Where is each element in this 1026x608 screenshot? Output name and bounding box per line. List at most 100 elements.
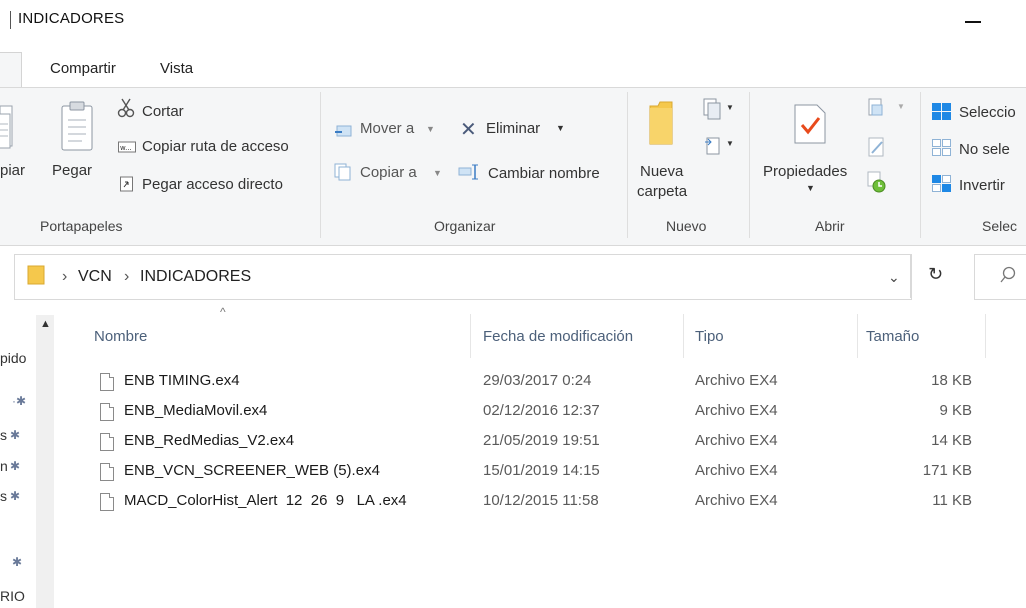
chevron-down-icon: ▼ (726, 103, 734, 112)
move-to-icon (333, 120, 355, 138)
pin-icon: ·✱ (12, 394, 27, 408)
minimize-button[interactable] (956, 2, 996, 36)
copiar-button[interactable]: piar (0, 162, 25, 179)
seleccionar-todo-button[interactable]: Seleccio (959, 104, 1016, 121)
nav-item[interactable]: n (0, 458, 8, 474)
pegar-button[interactable]: Pegar (52, 162, 92, 179)
file-type: Archivo EX4 (695, 462, 778, 479)
file-size: 11 KB (932, 492, 972, 509)
file-type: Archivo EX4 (695, 402, 778, 419)
tab-compartir[interactable]: Compartir (50, 60, 116, 77)
new-item-icon (702, 97, 724, 121)
file-icon (100, 433, 114, 451)
column-header-tipo[interactable]: Tipo (695, 328, 724, 345)
address-divider (910, 254, 911, 298)
group-label-seleccionar: Selec (982, 218, 1018, 234)
table-row[interactable]: ENB_RedMedias_V2.ex4 21/05/2019 19:51 Ar… (90, 426, 990, 456)
no-seleccionar-button[interactable]: No sele (959, 141, 1010, 158)
history-icon (867, 171, 887, 193)
file-size: 18 KB (931, 372, 972, 389)
chevron-down-icon[interactable]: ⌄ (888, 269, 900, 286)
scissors-icon (117, 98, 135, 118)
tab-vista[interactable]: Vista (160, 60, 193, 77)
window-title: INDICADORES (18, 10, 125, 27)
invert-selection-icon (932, 175, 952, 193)
tab-inicio[interactable] (0, 52, 22, 89)
nav-scrollbar[interactable] (36, 315, 54, 608)
table-row[interactable]: ENB_VCN_SCREENER_WEB (5).ex4 15/01/2019 … (90, 456, 990, 486)
file-name: ENB TIMING.ex4 (124, 372, 240, 389)
file-name: ENB_MediaMovil.ex4 (124, 402, 268, 419)
file-size: 9 KB (939, 402, 972, 419)
file-icon (100, 463, 114, 481)
sort-ascending-icon: ^ (220, 305, 226, 319)
copy-to-icon (334, 163, 352, 181)
copiar-ruta-button[interactable]: Copiar ruta de acceso (142, 138, 289, 155)
copy-icon (0, 104, 14, 152)
file-name: ENB_VCN_SCREENER_WEB (5).ex4 (124, 462, 380, 479)
file-date: 21/05/2019 19:51 (483, 432, 600, 449)
chevron-down-icon: ▼ (726, 139, 734, 148)
pin-icon: ✱ (10, 459, 21, 473)
table-row[interactable]: ENB_MediaMovil.ex4 02/12/2016 12:37 Arch… (90, 396, 990, 426)
group-label-nuevo: Nuevo (666, 218, 707, 234)
group-label-organizar: Organizar (434, 218, 496, 234)
mover-a-button[interactable]: Mover a (360, 120, 414, 137)
select-all-icon (932, 103, 952, 121)
file-icon (100, 373, 114, 391)
properties-icon (793, 103, 827, 145)
search-icon (1000, 266, 1018, 284)
column-divider[interactable] (857, 314, 858, 358)
nav-item[interactable]: RIO (0, 588, 25, 604)
column-divider[interactable] (985, 314, 986, 358)
nav-item[interactable]: pido (0, 350, 26, 366)
breadcrumb-vcn[interactable]: VCN (78, 268, 112, 286)
column-header-tamano[interactable]: Tamaño (866, 328, 919, 345)
title-separator (10, 11, 11, 29)
ribbon-divider (749, 92, 750, 238)
copy-path-icon: w... (118, 140, 136, 154)
ribbon-divider (920, 92, 921, 238)
easy-access-icon (703, 134, 721, 156)
open-icon (868, 98, 886, 118)
file-type: Archivo EX4 (695, 372, 778, 389)
invertir-seleccion-button[interactable]: Invertir (959, 177, 1005, 194)
title-bar (0, 0, 1026, 38)
file-date: 15/01/2019 14:15 (483, 462, 600, 479)
paste-icon (60, 100, 96, 154)
file-size: 171 KB (922, 462, 972, 479)
column-header-fecha[interactable]: Fecha de modificación (483, 328, 633, 345)
table-row[interactable]: ENB TIMING.ex4 29/03/2017 0:24 Archivo E… (90, 366, 990, 396)
file-type: Archivo EX4 (695, 492, 778, 509)
chevron-down-icon: ▼ (433, 168, 442, 178)
table-row[interactable]: MACD_ColorHist_Alert 12 26 9 LA .ex4 10/… (90, 486, 990, 516)
file-icon (100, 403, 114, 421)
column-header-nombre[interactable]: Nombre (94, 328, 147, 345)
pegar-acceso-button[interactable]: Pegar acceso directo (142, 176, 283, 193)
chevron-down-icon: ▼ (556, 123, 565, 133)
file-type: Archivo EX4 (695, 432, 778, 449)
file-date: 02/12/2016 12:37 (483, 402, 600, 419)
paste-shortcut-icon (120, 176, 134, 192)
nav-item[interactable]: s (0, 427, 7, 443)
column-divider[interactable] (470, 314, 471, 358)
eliminar-button[interactable]: Eliminar (486, 120, 540, 137)
delete-icon: ✕ (460, 119, 477, 141)
svg-text:w...: w... (120, 144, 132, 152)
cortar-button[interactable]: Cortar (142, 103, 184, 120)
copiar-a-button[interactable]: Copiar a (360, 164, 417, 181)
nav-item[interactable]: s (0, 488, 7, 504)
breadcrumb-indicadores[interactable]: INDICADORES (140, 268, 251, 286)
column-divider[interactable] (683, 314, 684, 358)
pin-icon: ✱ (12, 555, 23, 569)
scroll-up-icon[interactable]: ▲ (40, 318, 51, 330)
chevron-down-icon: ▼ (806, 183, 815, 193)
cambiar-nombre-button[interactable]: Cambiar nombre (488, 165, 600, 182)
nueva-carpeta-line1[interactable]: Nueva (640, 163, 683, 180)
propiedades-button[interactable]: Propiedades (763, 163, 847, 180)
rename-icon (458, 163, 484, 181)
file-size: 14 KB (931, 432, 972, 449)
select-none-icon (932, 139, 952, 157)
refresh-icon[interactable]: ↻ (928, 264, 943, 285)
nueva-carpeta-line2[interactable]: carpeta (637, 183, 687, 200)
